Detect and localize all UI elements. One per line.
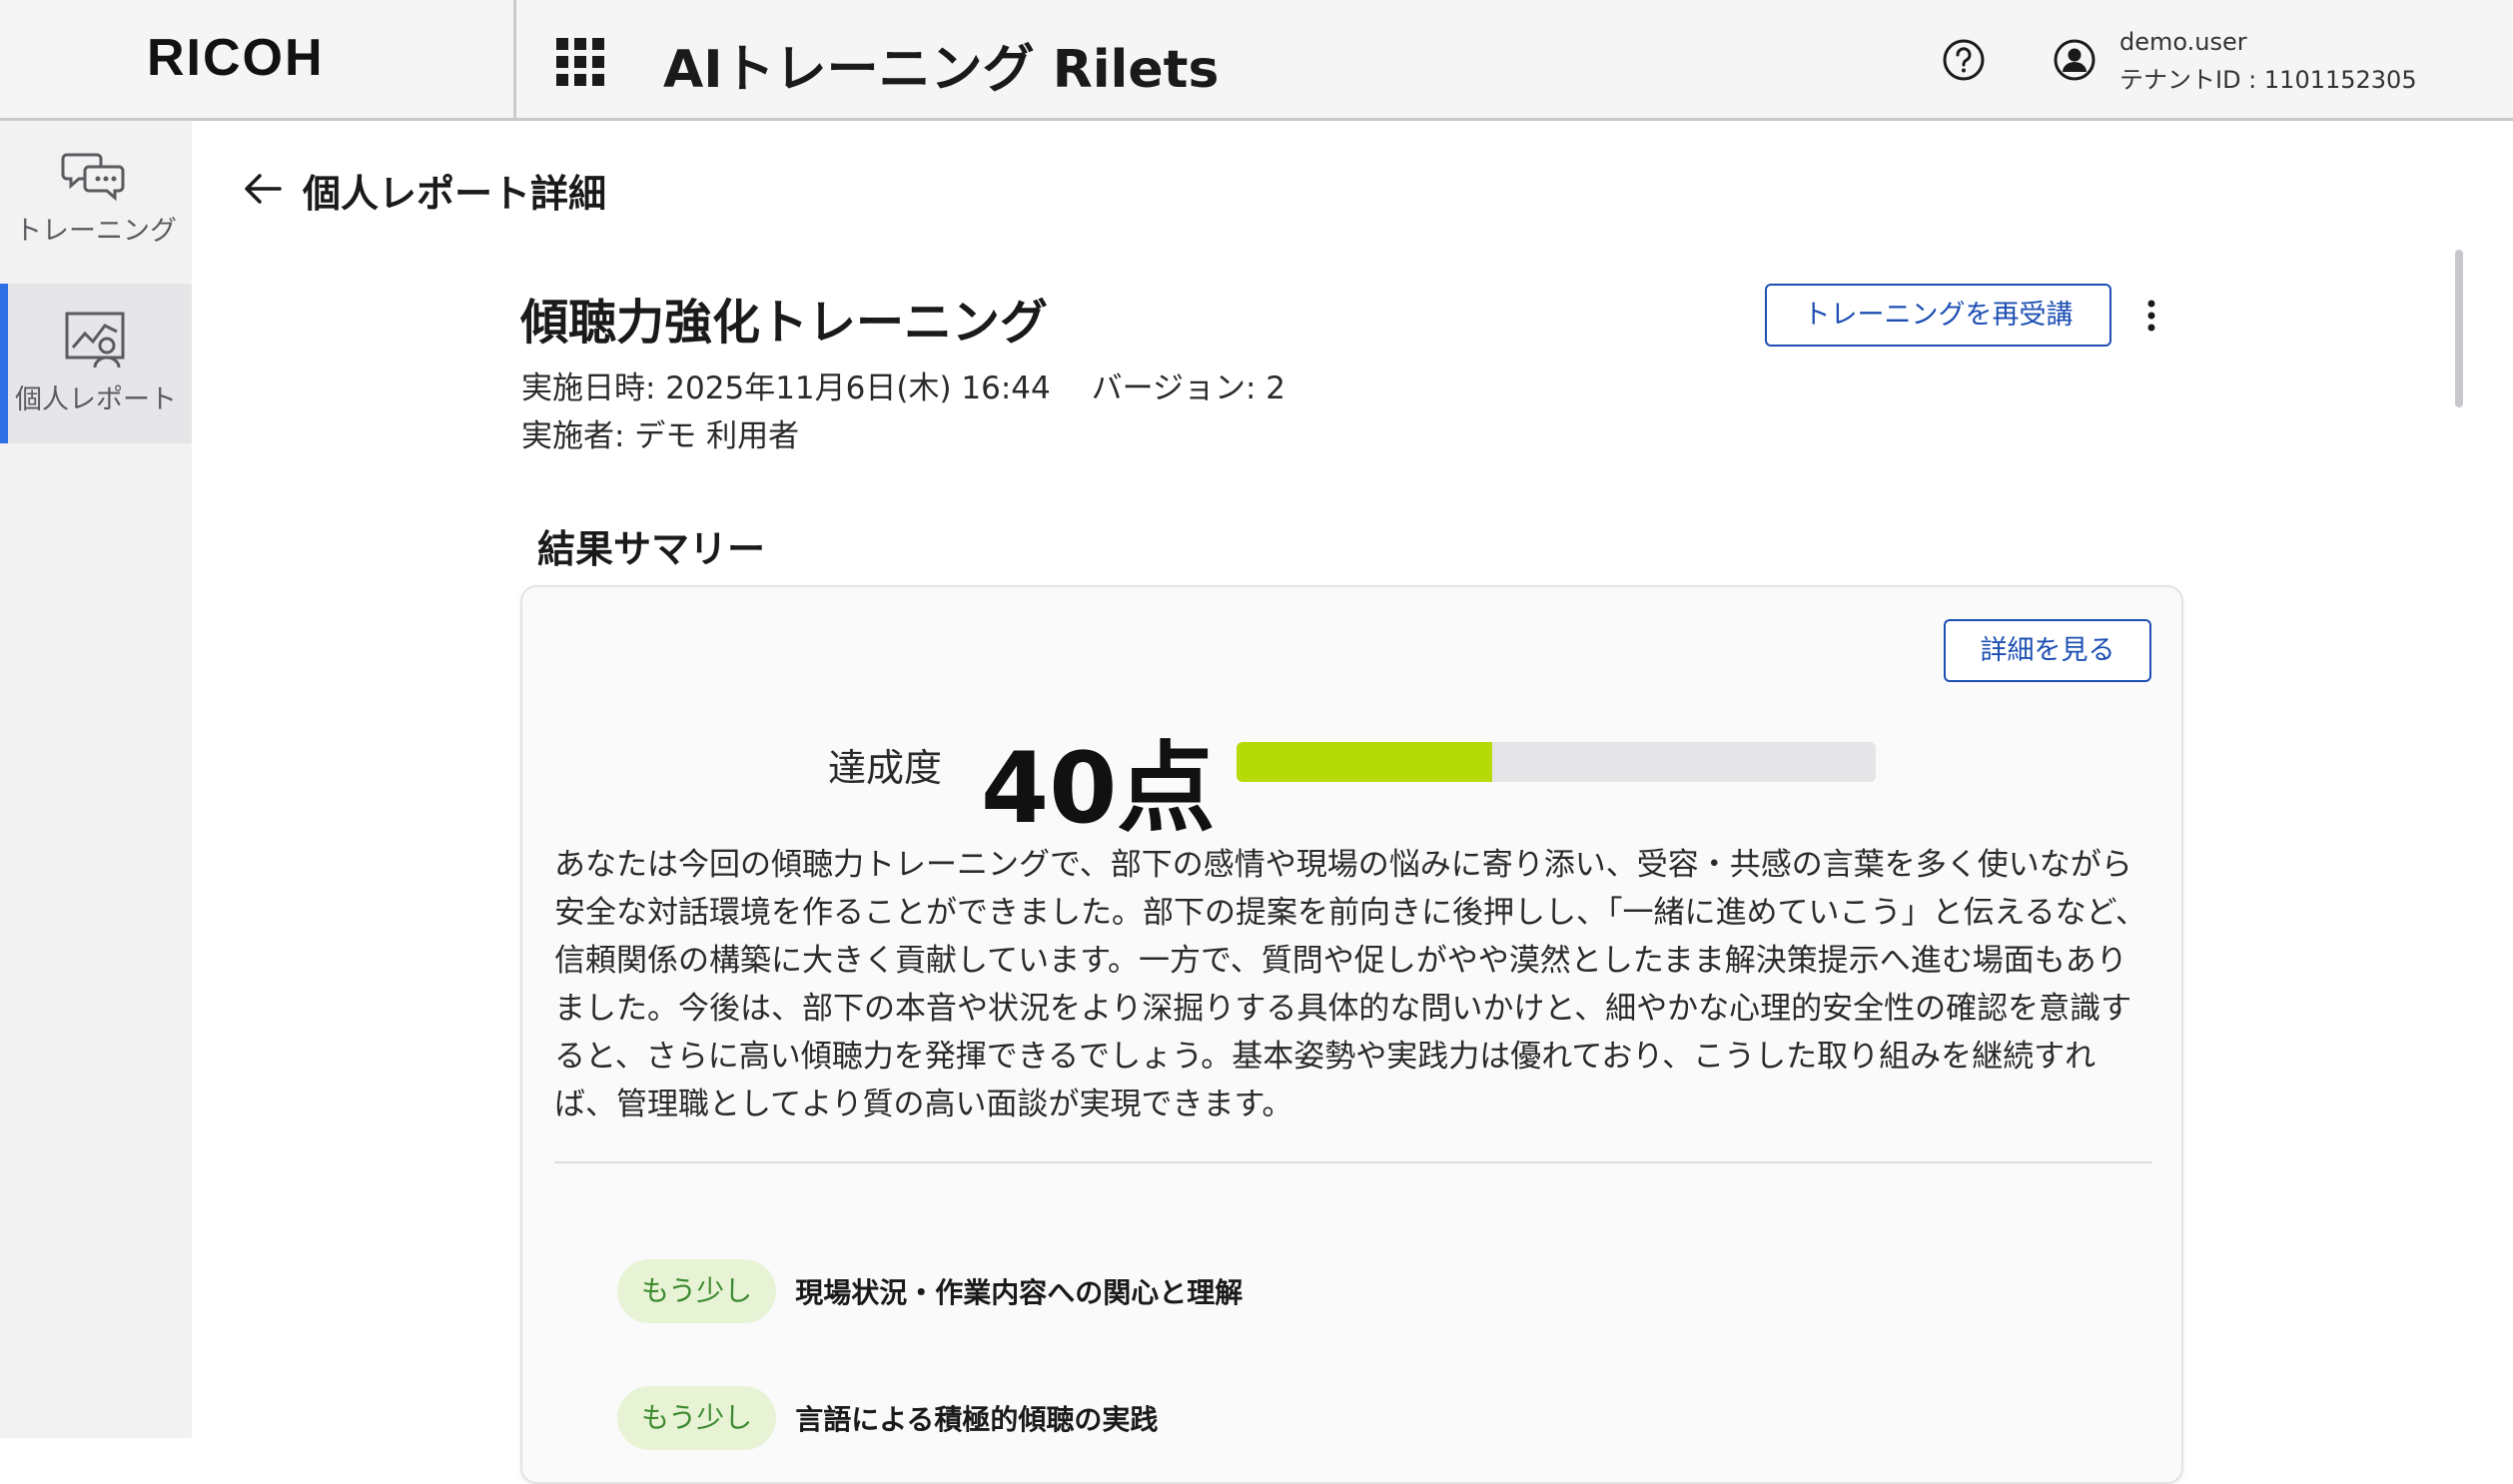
- sidebar: トレーニング 個人レポート: [0, 121, 192, 1438]
- page-title: 個人レポート詳細: [303, 172, 607, 216]
- brand-zone: RICOH: [0, 0, 516, 118]
- sidebar-item-personal-report[interactable]: 個人レポート: [0, 284, 192, 443]
- achievement-progress-bar: [1237, 742, 1876, 782]
- evaluation-criterion: 言語による積極的傾聴の実践: [795, 1403, 1159, 1436]
- sidebar-item-label: トレーニング: [15, 216, 177, 247]
- help-icon[interactable]: [1942, 38, 1986, 82]
- session-author: 実施者: デモ 利用者: [521, 418, 800, 454]
- evaluation-item: もう少し 現場状況・作業内容への関心と理解: [617, 1259, 1243, 1323]
- user-avatar-icon[interactable]: [2053, 38, 2096, 82]
- rating-badge: もう少し: [617, 1386, 777, 1450]
- user-name: demo.user: [2119, 28, 2247, 56]
- summary-body-text: あなたは今回の傾聴力トレーニングで、部下の感情や現場の悩みに寄り添い、受容・共感…: [554, 847, 2147, 1122]
- achievement-progress-fill: [1237, 742, 1492, 782]
- chat-bubbles-icon: [61, 153, 125, 202]
- sidebar-item-training[interactable]: トレーニング: [0, 147, 192, 307]
- view-details-button[interactable]: 詳細を見る: [1944, 619, 2151, 682]
- more-vert-icon[interactable]: [2133, 296, 2169, 336]
- result-summary-heading: 結果サマリー: [537, 527, 766, 571]
- scrollbar[interactable]: [2455, 250, 2463, 407]
- app-launcher-grid-icon[interactable]: [556, 38, 604, 86]
- ricoh-logo: RICOH: [147, 29, 325, 87]
- sidebar-item-label: 個人レポート: [15, 384, 177, 415]
- achievement-score: 40点: [981, 732, 1216, 846]
- rating-badge: もう少し: [617, 1259, 777, 1323]
- divider: [554, 1161, 2152, 1163]
- achievement-label: 達成度: [828, 746, 943, 790]
- back-arrow-icon[interactable]: [240, 166, 286, 212]
- evaluation-item: もう少し 言語による積極的傾聴の実践: [617, 1386, 1158, 1450]
- top-header: RICOH AIトレーニング Rilets demo.user テナントID :…: [0, 0, 2513, 121]
- course-title: 傾聴力強化トレーニング: [520, 295, 1049, 351]
- retake-training-button[interactable]: トレーニングを再受講: [1765, 284, 2111, 347]
- session-date-version: 実施日時: 2025年11月6日(木) 16:44 バージョン: 2: [521, 371, 1285, 406]
- app-title: AIトレーニング Rilets: [663, 40, 1220, 100]
- evaluation-criterion: 現場状況・作業内容への関心と理解: [795, 1276, 1244, 1309]
- report-person-icon: [65, 312, 125, 369]
- tenant-id: テナントID : 1101152305: [2119, 66, 2417, 94]
